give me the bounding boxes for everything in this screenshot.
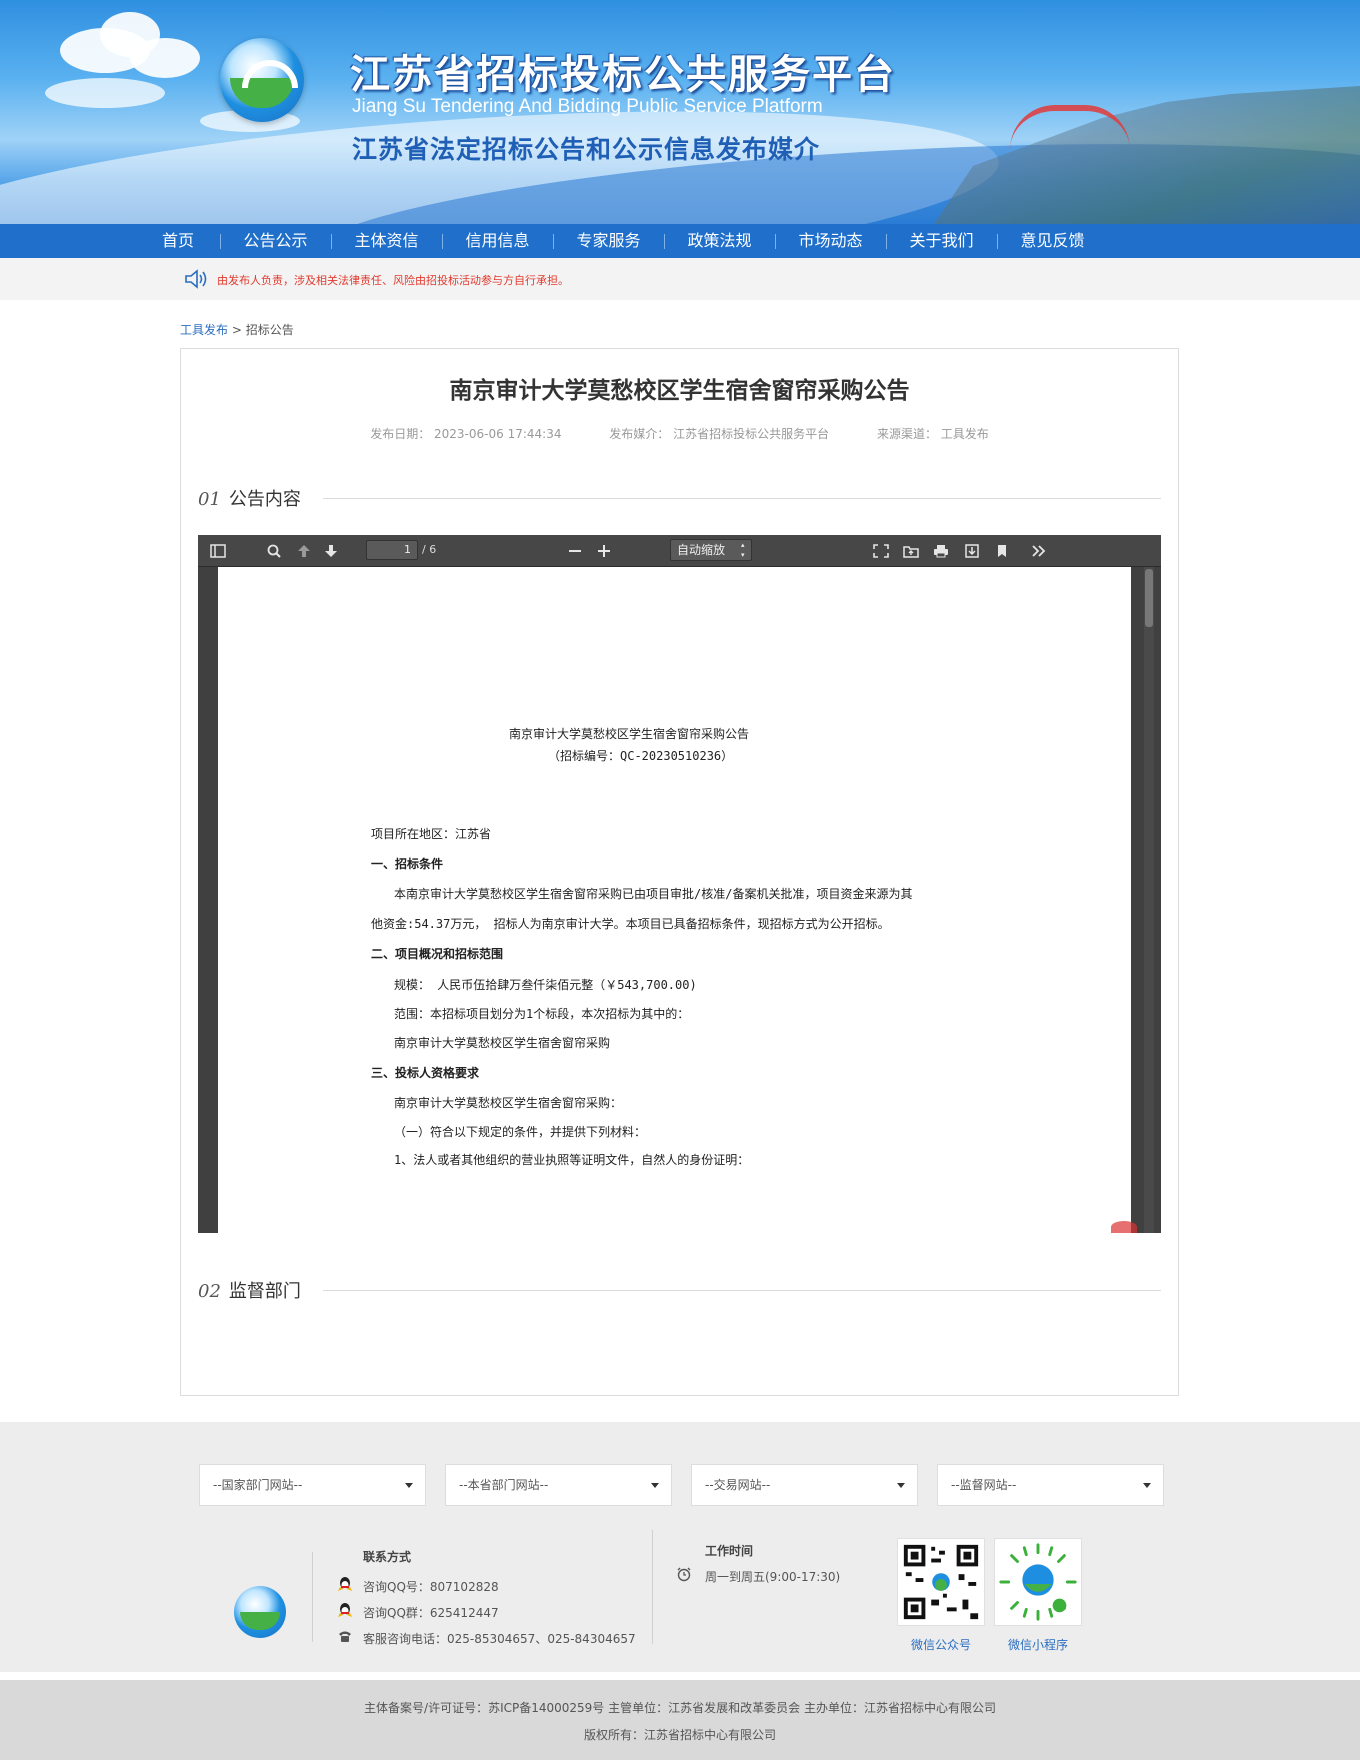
doc-paragraph: 规模： 人民币伍拾肆万叁仟柒佰元整（￥543,700.00) xyxy=(394,978,697,992)
doc-paragraph: 1、法人或者其他组织的营业执照等证明文件，自然人的身份证明： xyxy=(394,1153,750,1167)
download-icon[interactable] xyxy=(963,543,981,559)
breadcrumb: 工具发布 > 招标公告 xyxy=(180,321,294,338)
search-icon[interactable] xyxy=(265,543,283,559)
speaker-icon xyxy=(185,269,207,289)
breadcrumb-link[interactable]: 工具发布 xyxy=(180,323,228,337)
breadcrumb-current: 招标公告 xyxy=(245,323,294,337)
publish-date: 发布日期： 2023-06-06 17:44:34 xyxy=(370,427,562,441)
page-number-input[interactable]: 1 xyxy=(366,540,418,560)
platform-logo[interactable] xyxy=(220,38,304,122)
notice-text: 由发布人负责，涉及相关法律责任、风险由招投标活动参与方自行承担。 xyxy=(217,274,569,287)
footer-logo xyxy=(234,1586,286,1638)
article-title: 南京审计大学莫愁校区学生宿舍窗帘采购公告 xyxy=(449,378,910,404)
hours-heading: 工作时间 xyxy=(705,1544,754,1558)
stadium-graphic xyxy=(1010,105,1130,150)
trading-sites-select[interactable]: --交易网站-- xyxy=(691,1464,918,1506)
doc-paragraph: 他资金:54.37万元， 招标人为南京审计大学。本项目已具备招标条件，现招标方式… xyxy=(371,917,890,931)
presentation-mode-icon[interactable] xyxy=(872,543,890,559)
qq-icon xyxy=(338,1577,352,1591)
section-label: 监督部门 xyxy=(228,1281,301,1302)
doc-paragraph: 南京审计大学莫愁校区学生宿舍窗帘采购 xyxy=(394,1036,611,1050)
nav-feedback[interactable]: 意见反馈 xyxy=(997,224,1108,258)
doc-title: 南京审计大学莫愁校区学生宿舍窗帘采购公告 xyxy=(509,727,750,741)
open-file-icon[interactable] xyxy=(902,543,920,559)
section-number: 01 xyxy=(198,489,221,510)
nav-about-us[interactable]: 关于我们 xyxy=(886,224,997,258)
footer: --国家部门网站-- --本省部门网站-- --交易网站-- --监督网站-- … xyxy=(0,1422,1360,1672)
red-stamp xyxy=(1111,1221,1137,1233)
nav-policies[interactable]: 政策法规 xyxy=(664,224,775,258)
nav-expert-services[interactable]: 专家服务 xyxy=(553,224,664,258)
contact-phone: 客服咨询电话：025-85304657、025-84304657 xyxy=(363,1632,636,1646)
page-count: / 6 xyxy=(422,543,437,556)
supervision-sites-select[interactable]: --监督网站-- xyxy=(937,1464,1164,1506)
doc-code: （招标编号：QC-20230510236） xyxy=(548,749,734,763)
print-icon[interactable] xyxy=(932,543,950,559)
qq-group-icon xyxy=(338,1603,352,1617)
section-label: 公告内容 xyxy=(228,489,301,510)
article-meta: 发布日期： 2023-06-06 17:44:34 发布媒介： 江苏省招标投标公… xyxy=(181,425,1178,442)
pdf-toolbar: 1 / 6 自动缩放 xyxy=(198,535,1161,567)
previous-page-icon[interactable] xyxy=(295,543,313,559)
cloud xyxy=(130,38,200,78)
doc-paragraph: （一）符合以下规定的条件，并提供下列材料： xyxy=(394,1125,647,1139)
main-nav: 首页 公告公示 主体资信 信用信息 专家服务 政策法规 市场动态 关于我们 意见… xyxy=(0,224,1360,258)
contact-heading: 联系方式 xyxy=(363,1550,412,1564)
site-title-english: Jiang Su Tendering And Bidding Public Se… xyxy=(352,96,823,117)
site-title: 江苏省招标投标公共服务平台 xyxy=(350,52,896,98)
doc-region: 项目所在地区：江苏省 xyxy=(371,827,492,841)
divider xyxy=(652,1530,653,1644)
nav-credit-info[interactable]: 信用信息 xyxy=(442,224,553,258)
wechat-mini-program-qr xyxy=(994,1538,1082,1626)
bookmark-icon[interactable] xyxy=(993,543,1011,559)
scrollbar-thumb[interactable] xyxy=(1145,569,1153,627)
divider xyxy=(323,1290,1161,1291)
divider xyxy=(312,1552,313,1642)
alarm-clock-icon xyxy=(677,1567,691,1582)
phone-icon xyxy=(339,1631,351,1642)
doc-heading: 三、投标人资格要求 xyxy=(371,1066,480,1080)
doc-heading: 一、招标条件 xyxy=(371,857,444,871)
wechat-mini-program-label[interactable]: 微信小程序 xyxy=(994,1636,1082,1653)
copyright-bar: 主体备案号/许可证号：苏ICP备14000259号 主管单位：江苏省发展和改革委… xyxy=(0,1680,1360,1760)
zoom-select[interactable]: 自动缩放 xyxy=(670,539,752,561)
site-slogan: 江苏省法定招标公告和公示信息发布媒介 xyxy=(352,135,821,164)
nav-entity-credentials[interactable]: 主体资信 xyxy=(331,224,442,258)
wechat-official-qr xyxy=(897,1538,985,1626)
section-number: 02 xyxy=(198,1281,221,1302)
sidebar-toggle-icon[interactable] xyxy=(209,543,227,559)
divider xyxy=(323,498,1161,499)
section-heading-content: 01 公告内容 xyxy=(198,485,301,511)
section-heading-supervision: 02 监督部门 xyxy=(198,1277,301,1303)
working-hours: 周一到周五(9:00-17:30) xyxy=(705,1570,841,1584)
doc-paragraph: 本南京审计大学莫愁校区学生宿舍窗帘采购已由项目审批/核准/备案机关批准，项目资金… xyxy=(394,887,913,901)
nav-home[interactable]: 首页 xyxy=(140,224,220,258)
tools-icon[interactable] xyxy=(1030,543,1048,559)
doc-paragraph: 范围：本招标项目划分为1个标段，本次招标为其中的： xyxy=(394,1007,690,1021)
pdf-viewer: 1 / 6 自动缩放 南京审计大学莫愁校区学生宿舍窗帘采购公告 （招标编号：QC… xyxy=(198,535,1161,1233)
cloud xyxy=(45,78,165,108)
notice-bar: 由发布人负责，涉及相关法律责任、风险由招投标活动参与方自行承担。 xyxy=(0,258,1360,300)
contact-qq: 咨询QQ号：807102828 xyxy=(363,1580,499,1594)
pdf-page: 南京审计大学莫愁校区学生宿舍窗帘采购公告 （招标编号：QC-2023051023… xyxy=(218,567,1137,1233)
zoom-in-icon[interactable] xyxy=(595,543,613,559)
copyright-line-2: 版权所有：江苏省招标中心有限公司 xyxy=(583,1728,776,1742)
province-sites-select[interactable]: --本省部门网站-- xyxy=(445,1464,672,1506)
zoom-out-icon[interactable] xyxy=(566,543,584,559)
doc-paragraph: 南京审计大学莫愁校区学生宿舍窗帘采购： xyxy=(394,1096,623,1110)
breadcrumb-separator: > xyxy=(231,323,242,337)
publish-media: 发布媒介： 江苏省招标投标公共服务平台 xyxy=(609,427,830,441)
article-panel: 南京审计大学莫愁校区学生宿舍窗帘采购公告 发布日期： 2023-06-06 17… xyxy=(180,348,1179,1396)
nav-announcements[interactable]: 公告公示 xyxy=(220,224,331,258)
national-sites-select[interactable]: --国家部门网站-- xyxy=(199,1464,426,1506)
pdf-scrollbar[interactable] xyxy=(1144,567,1154,1233)
doc-heading: 二、项目概况和招标范围 xyxy=(371,947,504,961)
source-channel: 来源渠道： 工具发布 xyxy=(876,427,989,441)
contact-qq-group: 咨询QQ群：625412447 xyxy=(363,1606,499,1620)
copyright-line-1: 主体备案号/许可证号：苏ICP备14000259号 主管单位：江苏省发展和改革委… xyxy=(364,1701,996,1715)
header-banner: 江苏省招标投标公共服务平台 Jiang Su Tendering And Bid… xyxy=(0,0,1360,225)
wechat-official-label[interactable]: 微信公众号 xyxy=(897,1636,985,1653)
nav-market-news[interactable]: 市场动态 xyxy=(775,224,886,258)
next-page-icon[interactable] xyxy=(322,543,340,559)
